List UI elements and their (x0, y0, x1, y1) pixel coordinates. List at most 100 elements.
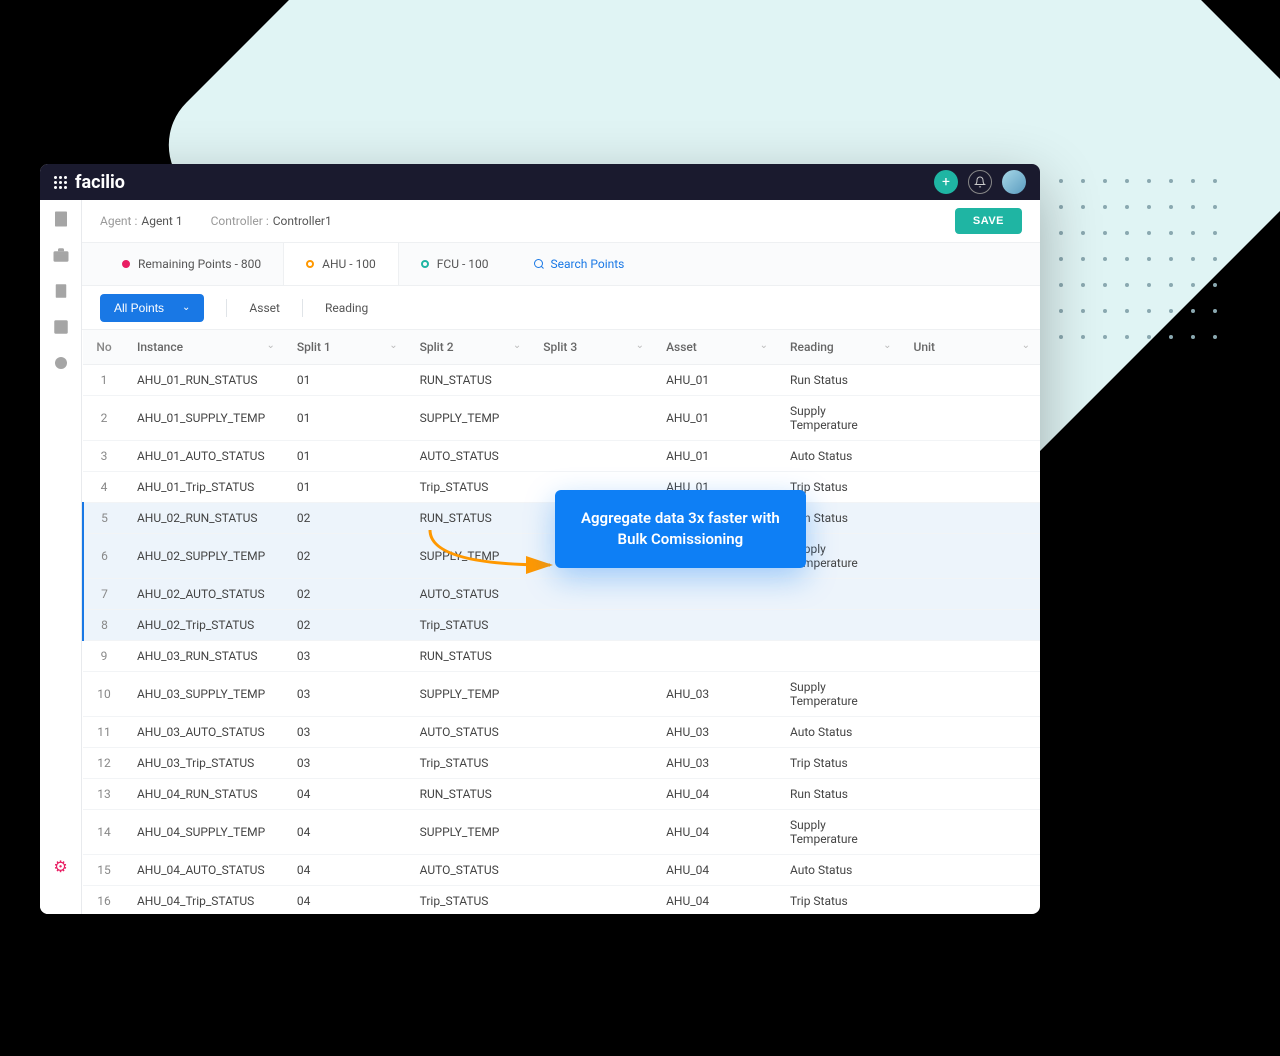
cell-split1: 02 (285, 503, 408, 534)
table-row[interactable]: 14 AHU_04_SUPPLY_TEMP 04 SUPPLY_TEMP AHU… (83, 810, 1040, 855)
table-row[interactable]: 2 AHU_01_SUPPLY_TEMP 01 SUPPLY_TEMP AHU_… (83, 396, 1040, 441)
search-points-link[interactable]: Search Points (511, 257, 625, 271)
cell-asset (654, 610, 778, 641)
points-table: No Instance⌄ Split 1⌄ Split 2⌄ Split 3⌄ … (82, 330, 1040, 914)
table-row[interactable]: 9 AHU_03_RUN_STATUS 03 RUN_STATUS (83, 641, 1040, 672)
decorative-dots: for(let i=0;i<56;i++)document.write('<sp… (1050, 170, 1230, 330)
tab-ahu[interactable]: AHU - 100 (283, 243, 399, 285)
filter-asset[interactable]: Asset (249, 301, 280, 315)
cell-no: 6 (83, 534, 125, 579)
asset-value: AHU_04 (666, 787, 709, 801)
cell-instance: AHU_04_RUN_STATUS (125, 779, 285, 810)
cell-asset: AHU_04 (654, 779, 778, 810)
cell-reading: Auto Status (778, 855, 901, 886)
table-row[interactable]: 3 AHU_01_AUTO_STATUS 01 AUTO_STATUS AHU_… (83, 441, 1040, 472)
table-row[interactable]: 1 AHU_01_RUN_STATUS 01 RUN_STATUS AHU_01… (83, 365, 1040, 396)
save-button[interactable]: SAVE (955, 208, 1022, 234)
gear-icon[interactable]: ⚙ (53, 857, 67, 876)
cell-split3 (531, 641, 654, 672)
cell-reading: Auto Status (778, 717, 901, 748)
dot-icon (122, 260, 130, 268)
cell-split3 (531, 886, 654, 915)
cell-asset: AHU_03 (654, 672, 778, 717)
notifications-button[interactable] (968, 170, 992, 194)
cell-split3 (531, 779, 654, 810)
controller-label: Controller : (211, 214, 269, 228)
col-no[interactable]: No (83, 330, 125, 365)
table-row[interactable]: 8 AHU_02_Trip_STATUS 02 Trip_STATUS (83, 610, 1040, 641)
document-icon[interactable] (52, 282, 70, 300)
asset-value: AHU_04 (666, 863, 709, 877)
chevron-down-icon: ⌄ (389, 340, 397, 351)
col-split1[interactable]: Split 1⌄ (285, 330, 408, 365)
cell-split2: Trip_STATUS (408, 610, 532, 641)
table-row[interactable]: 10 AHU_03_SUPPLY_TEMP 03 SUPPLY_TEMP AHU… (83, 672, 1040, 717)
cell-split2: SUPPLY_TEMP (408, 396, 532, 441)
cell-asset: AHU_01 (654, 365, 778, 396)
tab-remaining-points[interactable]: Remaining Points - 800 (100, 243, 283, 285)
breadcrumb: Agent : Agent 1 Controller : Controller1… (82, 200, 1040, 242)
cell-split3 (531, 810, 654, 855)
table-row[interactable]: 15 AHU_04_AUTO_STATUS 04 AUTO_STATUS AHU… (83, 855, 1040, 886)
table-row[interactable]: 12 AHU_03_Trip_STATUS 03 Trip_STATUS AHU… (83, 748, 1040, 779)
cell-unit (901, 610, 1040, 641)
chart-icon[interactable] (52, 318, 70, 336)
cell-no: 9 (83, 641, 125, 672)
bug-icon[interactable] (52, 354, 70, 372)
cell-split3 (531, 441, 654, 472)
dot-icon (306, 260, 314, 268)
col-instance[interactable]: Instance⌄ (125, 330, 285, 365)
table-row[interactable]: 11 AHU_03_AUTO_STATUS 03 AUTO_STATUS AHU… (83, 717, 1040, 748)
cell-asset (654, 641, 778, 672)
filter-reading[interactable]: Reading (325, 301, 368, 315)
cell-split3 (531, 365, 654, 396)
briefcase-icon[interactable] (52, 246, 70, 264)
brand-logo[interactable]: facilio (54, 172, 125, 193)
cell-split1: 03 (285, 641, 408, 672)
callout-line2: Bulk Comissioning (581, 529, 780, 550)
cell-split2: SUPPLY_TEMP (408, 672, 532, 717)
chevron-down-icon: ⌄ (182, 302, 190, 313)
chevron-down-icon: ⌄ (266, 340, 274, 351)
cell-split1: 04 (285, 855, 408, 886)
table-row[interactable]: 13 AHU_04_RUN_STATUS 04 RUN_STATUS AHU_0… (83, 779, 1040, 810)
table-row[interactable]: 16 AHU_04_Trip_STATUS 04 Trip_STATUS AHU… (83, 886, 1040, 915)
cell-reading (778, 579, 901, 610)
arrow-icon (420, 520, 560, 580)
dot-icon (421, 260, 429, 268)
building-icon[interactable] (52, 210, 70, 228)
cell-no: 1 (83, 365, 125, 396)
cell-instance: AHU_02_RUN_STATUS (125, 503, 285, 534)
cell-split2: RUN_STATUS (408, 365, 532, 396)
cell-split1: 02 (285, 579, 408, 610)
cell-asset: AHU_03 (654, 748, 778, 779)
asset-value: AHU_01 (666, 411, 709, 425)
chevron-down-icon: ⌄ (513, 340, 521, 351)
cell-no: 15 (83, 855, 125, 886)
table-container: No Instance⌄ Split 1⌄ Split 2⌄ Split 3⌄ … (82, 330, 1040, 914)
cell-instance: AHU_03_Trip_STATUS (125, 748, 285, 779)
col-reading[interactable]: Reading⌄ (778, 330, 901, 365)
add-button[interactable]: + (934, 170, 958, 194)
col-asset[interactable]: Asset⌄ (654, 330, 778, 365)
cell-asset: AHU_04 (654, 855, 778, 886)
cell-split2: RUN_STATUS (408, 641, 532, 672)
cell-unit (901, 641, 1040, 672)
col-unit[interactable]: Unit⌄ (901, 330, 1040, 365)
cell-unit (901, 717, 1040, 748)
cell-instance: AHU_01_AUTO_STATUS (125, 441, 285, 472)
tab-fcu[interactable]: FCU - 100 (399, 243, 511, 285)
titlebar: facilio + (40, 164, 1040, 200)
all-points-dropdown[interactable]: All Points ⌄ (100, 294, 204, 322)
cell-split2: Trip_STATUS (408, 748, 532, 779)
cell-asset: AHU_04 (654, 886, 778, 915)
cell-instance: AHU_01_SUPPLY_TEMP (125, 396, 285, 441)
tab-label: FCU - 100 (437, 257, 489, 271)
chevron-down-icon: ⌄ (883, 340, 891, 351)
avatar[interactable] (1002, 170, 1026, 194)
controller-value: Controller1 (273, 214, 332, 228)
cell-unit (901, 810, 1040, 855)
table-row[interactable]: 7 AHU_02_AUTO_STATUS 02 AUTO_STATUS (83, 579, 1040, 610)
col-split2[interactable]: Split 2⌄ (408, 330, 532, 365)
col-split3[interactable]: Split 3⌄ (531, 330, 654, 365)
